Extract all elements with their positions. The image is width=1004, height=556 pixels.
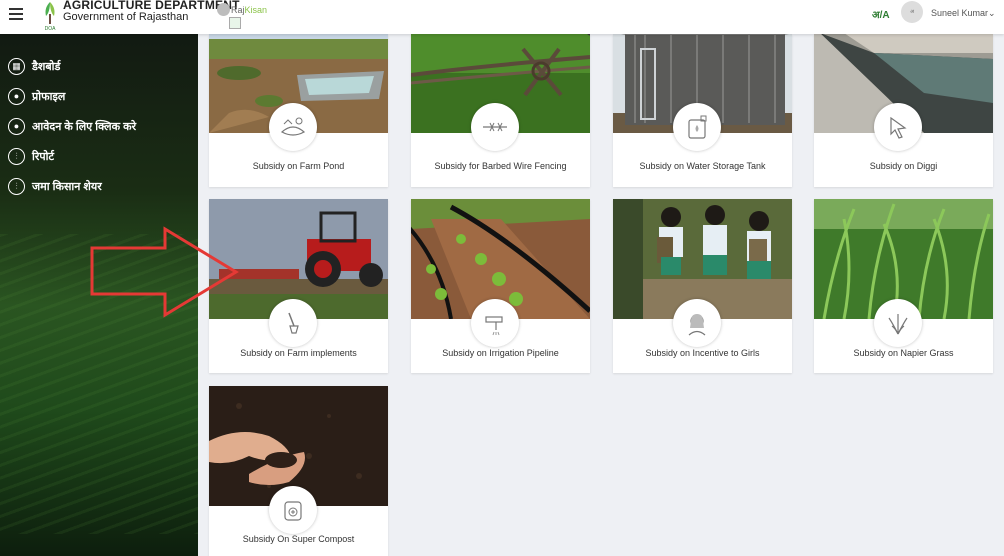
card-title: Subsidy on Irrigation Pipeline — [442, 348, 559, 358]
avatar[interactable]: अ — [901, 1, 923, 23]
top-bar: DOA AGRICULTURE DEPARTMENT Government of… — [0, 0, 1004, 34]
card-title: Subsidy on Incentive to Girls — [645, 348, 760, 358]
card-napier-grass[interactable]: Subsidy on Napier Grass — [814, 199, 993, 373]
card-title: Subsidy on Water Storage Tank — [639, 161, 766, 171]
rajkisan-badge-icon — [229, 17, 241, 29]
card-incentive-girls[interactable]: Subsidy on Incentive to Girls — [613, 199, 792, 373]
language-toggle[interactable]: अ/A — [872, 7, 890, 21]
barbed-wire-icon — [471, 103, 519, 151]
sliders-icon: ⫶ — [8, 147, 25, 165]
card-super-compost[interactable]: Subsidy On Super Compost — [209, 386, 388, 556]
sidebar-item-label: आवेदन के लिए क्लिक करे — [32, 120, 137, 133]
sidebar-item-apply[interactable]: ● आवेदन के लिए क्लिक करे — [8, 111, 136, 141]
chevron-down-icon: ⌄ — [988, 8, 996, 18]
farm-implement-icon — [269, 299, 317, 347]
rajkisan-logo-icon — [217, 3, 230, 16]
compost-icon — [269, 486, 317, 534]
card-title: Subsidy on Napier Grass — [853, 348, 954, 358]
sidebar-item-label: जमा किसान शेयर — [32, 180, 102, 193]
brand-subtitle: Government of Rajasthan — [63, 11, 189, 23]
diggi-icon — [874, 103, 922, 151]
water-tank-icon — [673, 103, 721, 151]
red-arrow-annotation — [90, 226, 239, 318]
user-name: Suneel Kumar — [931, 8, 989, 18]
card-title: Subsidy on Farm Pond — [252, 161, 345, 171]
farm-pond-icon — [269, 103, 317, 151]
card-title: Subsidy for Barbed Wire Fencing — [434, 161, 567, 171]
card-diggi[interactable]: Subsidy on Diggi — [814, 13, 993, 187]
card-title: Subsidy On Super Compost — [242, 534, 355, 544]
person-icon: ● — [8, 87, 25, 105]
card-title: Subsidy on Farm implements — [240, 348, 357, 358]
person-icon: ● — [8, 117, 25, 135]
sidebar-item-label: प्रोफाइल — [32, 90, 66, 103]
dashboard-icon: ▦ — [8, 57, 25, 75]
user-menu[interactable]: Suneel Kumar⌄ — [931, 8, 996, 19]
card-title: Subsidy on Diggi — [869, 161, 938, 171]
card-water-tank[interactable]: Subsidy on Water Storage Tank — [613, 13, 792, 187]
card-barbed-wire[interactable]: Subsidy for Barbed Wire Fencing — [411, 13, 590, 187]
svg-text:DOA: DOA — [45, 26, 57, 32]
rajkisan-link[interactable]: RajKisan — [231, 5, 267, 15]
card-irrigation-pipeline[interactable]: Subsidy on Irrigation Pipeline — [411, 199, 590, 373]
sidebar-item-dashboard[interactable]: ▦ डैशबोर्ड — [8, 51, 136, 81]
sidebar-item-profile[interactable]: ● प्रोफाइल — [8, 81, 136, 111]
sidebar-item-report[interactable]: ⫶ रिपोर्ट — [8, 141, 136, 171]
sidebar-item-farmer-share[interactable]: ⫶ जमा किसान शेयर — [8, 171, 136, 201]
sidebar-item-label: रिपोर्ट — [32, 150, 54, 163]
sidebar-item-label: डैशबोर्ड — [32, 60, 61, 73]
girl-icon — [673, 299, 721, 347]
card-farm-pond[interactable]: Subsidy on Farm Pond — [209, 13, 388, 187]
grass-icon — [874, 299, 922, 347]
sliders-icon: ⫶ — [8, 177, 25, 195]
irrigation-pipeline-icon — [471, 299, 519, 347]
sidebar-menu: ▦ डैशबोर्ड ● प्रोफाइल ● आवेदन के लिए क्लिक … — [8, 51, 136, 201]
menu-toggle-icon[interactable] — [9, 8, 23, 20]
department-logo: DOA — [45, 2, 57, 32]
